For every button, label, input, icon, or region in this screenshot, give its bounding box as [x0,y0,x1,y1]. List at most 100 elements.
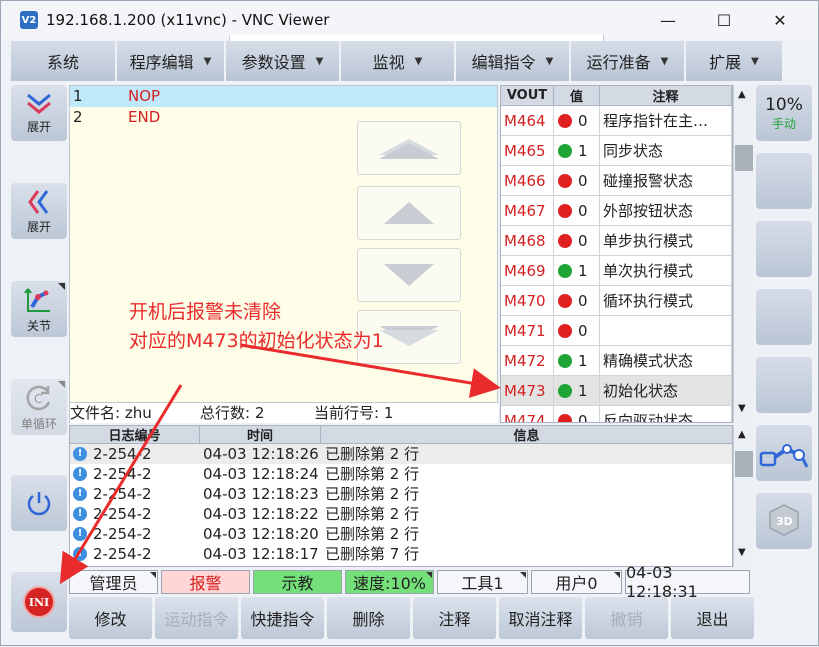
info-icon: ! [73,447,87,461]
vout-comment: 反向驱动状态 [600,406,732,422]
log-scrollbar[interactable]: ▲ ▼ [733,425,753,567]
double-chevron-down-icon [27,93,51,114]
scroll-up-icon[interactable]: ▲ [738,89,746,100]
power-button[interactable] [11,475,67,531]
vout-row[interactable]: M471 0 [501,316,732,346]
expand-left-button[interactable]: 展开 [11,183,67,239]
vout-row[interactable]: M467 0 外部按钮状态 [501,196,732,226]
scroll-up-icon[interactable]: ▲ [738,429,746,440]
program-line[interactable]: 1 NOP [70,86,497,107]
log-row[interactable]: ! 2-254-2 04-03 12:18:26 已删除第 2 行 [70,444,732,464]
line-up-button[interactable] [357,186,461,240]
vout-scrollbar[interactable]: ▲ ▼ [733,85,753,423]
log-row[interactable]: ! 2-254-2 04-03 12:18:17 已删除第 7 行 [70,544,732,564]
menu-run-prep[interactable]: 运行准备 ▼ [571,41,686,81]
menu-monitor[interactable]: 监视 ▼ [341,41,456,81]
log-info: 已删除第 2 行 [325,505,420,523]
vout-name: M472 [501,346,554,375]
user-role-status[interactable]: 管理员 [69,570,158,594]
joint-coord-button[interactable]: 关节 [11,281,67,337]
vout-row[interactable]: M468 0 单步执行模式 [501,226,732,256]
speed-button[interactable]: 10% 手动 [756,85,812,141]
menu-system[interactable]: 系统 [11,41,117,81]
quick-instr-button[interactable]: 快捷指令 [241,597,324,639]
cube-3d-icon: 3D [769,504,799,536]
log-id: 2-254-2 [93,465,152,483]
scroll-down-icon[interactable]: ▼ [738,403,746,414]
cycle-c-icon: C [26,385,51,410]
status-off-dot-icon [558,413,572,422]
ini-icon: INI [23,586,55,618]
log-time: 04-03 12:18:17 [203,545,319,563]
alarm-status[interactable]: 报警 [161,570,250,594]
menu-extend[interactable]: 扩展 ▼ [686,41,782,81]
log-id: 2-254-2 [93,545,152,563]
vout-value: 0 [554,316,600,345]
maximize-button[interactable]: ☐ [696,1,752,39]
vout-row[interactable]: M474 0 反向驱动状态 [501,406,732,422]
vout-row[interactable]: M469 1 单次执行模式 [501,256,732,286]
status-off-dot-icon [558,203,572,218]
vout-scroll-thumb[interactable] [735,145,753,171]
tool-status[interactable]: 工具1 [437,570,528,594]
status-on-dot-icon [558,143,572,158]
caret-down-icon: ▼ [660,55,669,67]
ini-button[interactable]: INI [11,572,67,632]
undo-button[interactable]: 撤销 [585,597,668,639]
file-name: 文件名: zhu [70,404,152,422]
vout-row[interactable]: M472 1 精确模式状态 [501,346,732,376]
vout-value: 1 [554,346,600,375]
window-controls: — ☐ ✕ [640,1,808,39]
uncomment-button[interactable]: 取消注释 [499,597,582,639]
vout-row[interactable]: M473 1 初始化状态 [501,376,732,406]
vnc-window: V2 192.168.1.200 (x11vnc) - VNC Viewer —… [0,0,819,646]
log-time: 04-03 12:18:22 [203,505,319,523]
log-row[interactable]: ! 2-254-2 04-03 12:18:23 已删除第 2 行 [70,484,732,504]
vout-comment: 初始化状态 [600,376,732,405]
log-row[interactable]: ! 2-254-2 04-03 12:18:20 已删除第 2 行 [70,524,732,544]
log-row[interactable]: ! 2-254-2 04-03 12:18:24 已删除第 2 行 [70,464,732,484]
vout-name: M471 [501,316,554,345]
close-button[interactable]: ✕ [752,1,808,39]
mode-label: 手动 [771,116,796,131]
right-slot-3[interactable] [756,289,812,345]
delete-button[interactable]: 删除 [327,597,410,639]
single-loop-button[interactable]: C 单循环 [11,379,67,435]
teach-mode-status[interactable]: 示教 [253,570,342,594]
vout-row[interactable]: M466 0 碰撞报警状态 [501,166,732,196]
exit-button[interactable]: 退出 [671,597,754,639]
log-scroll-thumb[interactable] [735,451,753,477]
dropdown-corner-icon [426,572,432,578]
right-slot-4[interactable] [756,357,812,413]
menu-program-edit[interactable]: 程序编辑 ▼ [117,41,226,81]
speed-status[interactable]: 速度:10% [345,570,434,594]
comment-button[interactable]: 注释 [413,597,496,639]
modify-button[interactable]: 修改 [69,597,152,639]
vout-col-name: VOUT [501,86,554,105]
main-menu: 系统 程序编辑 ▼ 参数设置 ▼ 监视 ▼ 编辑指令 ▼ 运行准备 ▼ 扩展 ▼ [11,41,782,81]
speed-value: 10% [765,94,803,115]
scroll-down-icon[interactable]: ▼ [738,547,746,558]
menu-edit-instructions[interactable]: 编辑指令 ▼ [456,41,571,81]
line-down-button[interactable] [357,248,461,302]
expand-down-button[interactable]: 展开 [11,85,67,141]
minimize-button[interactable]: — [640,1,696,39]
vout-row[interactable]: M464 0 程序指针在主… [501,106,732,136]
vout-row[interactable]: M465 1 同步状态 [501,136,732,166]
caret-down-icon: ▼ [315,55,324,67]
motion-instr-button[interactable]: 运动指令 [155,597,238,639]
page-up-button[interactable] [357,121,461,175]
menu-param-settings[interactable]: 参数设置 ▼ [226,41,341,81]
vout-value: 0 [554,406,600,422]
log-row[interactable]: ! 2-254-2 04-03 12:18:22 已删除第 2 行 [70,504,732,524]
user-coord-status[interactable]: 用户0 [531,570,622,594]
vout-name: M467 [501,196,554,225]
vout-value: 0 [554,226,600,255]
vout-row[interactable]: M470 0 循环执行模式 [501,286,732,316]
robot-view-button[interactable] [756,425,812,481]
dropdown-corner-icon [150,572,156,578]
right-slot-2[interactable] [756,221,812,277]
svg-text:C: C [34,392,42,406]
right-slot-1[interactable] [756,153,812,209]
3d-view-button[interactable]: 3D [756,493,812,549]
